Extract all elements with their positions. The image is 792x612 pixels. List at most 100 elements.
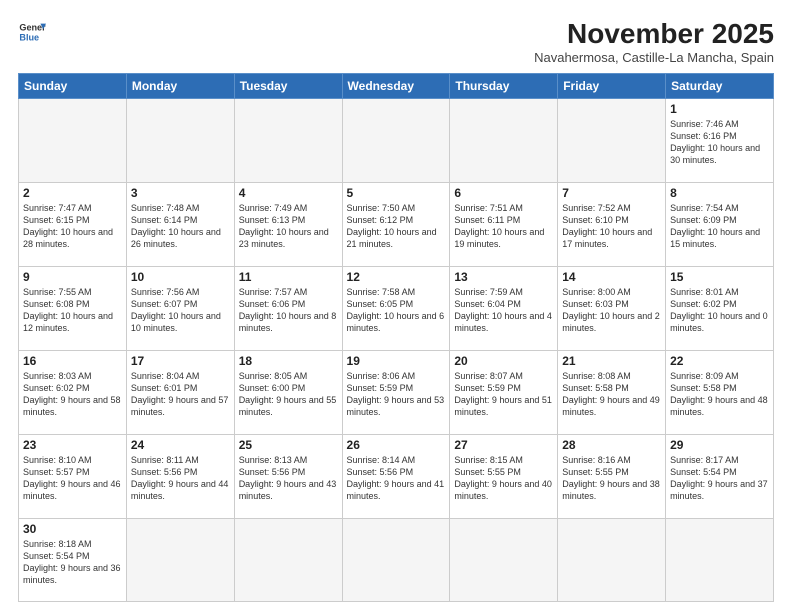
day-info: Sunrise: 8:15 AM Sunset: 5:55 PM Dayligh… (454, 454, 553, 503)
day-number: 16 (23, 354, 122, 368)
day-info: Sunrise: 8:07 AM Sunset: 5:59 PM Dayligh… (454, 370, 553, 419)
day-number: 18 (239, 354, 338, 368)
header-sunday: Sunday (19, 74, 127, 99)
header-thursday: Thursday (450, 74, 558, 99)
calendar-table: Sunday Monday Tuesday Wednesday Thursday… (18, 73, 774, 602)
calendar-cell (342, 518, 450, 601)
day-info: Sunrise: 8:11 AM Sunset: 5:56 PM Dayligh… (131, 454, 230, 503)
calendar-cell: 10 Sunrise: 7:56 AM Sunset: 6:07 PM Dayli… (126, 266, 234, 350)
calendar-cell: 28 Sunrise: 8:16 AM Sunset: 5:55 PM Dayli… (558, 434, 666, 518)
calendar-cell (558, 99, 666, 183)
day-number: 17 (131, 354, 230, 368)
day-info: Sunrise: 8:13 AM Sunset: 5:56 PM Dayligh… (239, 454, 338, 503)
calendar-cell: 21Sunrise: 8:08 AM Sunset: 5:58 PM Dayli… (558, 350, 666, 434)
svg-text:Blue: Blue (19, 32, 39, 42)
day-number: 15 (670, 270, 769, 284)
day-info: Sunrise: 7:54 AM Sunset: 6:09 PM Dayligh… (670, 202, 769, 251)
title-block: November 2025 Navahermosa, Castille-La M… (534, 18, 774, 65)
calendar-cell: 12Sunrise: 7:58 AM Sunset: 6:05 PM Dayli… (342, 266, 450, 350)
day-number: 30 (23, 522, 122, 536)
subtitle: Navahermosa, Castille-La Mancha, Spain (534, 50, 774, 65)
calendar-cell: 29 Sunrise: 8:17 AM Sunset: 5:54 PM Dayli… (666, 434, 774, 518)
day-info: Sunrise: 8:04 AM Sunset: 6:01 PM Dayligh… (131, 370, 230, 419)
calendar-cell: 24 Sunrise: 8:11 AM Sunset: 5:56 PM Dayli… (126, 434, 234, 518)
page: General Blue November 2025 Navahermosa, … (0, 0, 792, 612)
calendar-cell: 23 Sunrise: 8:10 AM Sunset: 5:57 PM Dayli… (19, 434, 127, 518)
calendar-cell: 18 Sunrise: 8:05 AM Sunset: 6:00 PM Dayli… (234, 350, 342, 434)
day-number: 24 (131, 438, 230, 452)
calendar-cell (558, 518, 666, 601)
day-info: Sunrise: 8:18 AM Sunset: 5:54 PM Dayligh… (23, 538, 122, 587)
calendar-cell: 8Sunrise: 7:54 AM Sunset: 6:09 PM Daylig… (666, 182, 774, 266)
calendar-cell (19, 99, 127, 183)
calendar-cell: 1 Sunrise: 7:46 AM Sunset: 6:16 PM Daylig… (666, 99, 774, 183)
day-info: Sunrise: 7:48 AM Sunset: 6:14 PM Dayligh… (131, 202, 230, 251)
day-number: 27 (454, 438, 553, 452)
header-monday: Monday (126, 74, 234, 99)
day-number: 14 (562, 270, 661, 284)
calendar-cell: 6 Sunrise: 7:51 AM Sunset: 6:11 PM Daylig… (450, 182, 558, 266)
calendar-cell (450, 99, 558, 183)
calendar-cell: 11 Sunrise: 7:57 AM Sunset: 6:06 PM Dayli… (234, 266, 342, 350)
calendar-cell: 5 Sunrise: 7:50 AM Sunset: 6:12 PM Daylig… (342, 182, 450, 266)
day-number: 6 (454, 186, 553, 200)
day-number: 23 (23, 438, 122, 452)
day-number: 28 (562, 438, 661, 452)
day-number: 29 (670, 438, 769, 452)
day-info: Sunrise: 7:57 AM Sunset: 6:06 PM Dayligh… (239, 286, 338, 335)
day-info: Sunrise: 7:56 AM Sunset: 6:07 PM Dayligh… (131, 286, 230, 335)
day-number: 2 (23, 186, 122, 200)
day-number: 25 (239, 438, 338, 452)
day-number: 1 (670, 102, 769, 116)
header: General Blue November 2025 Navahermosa, … (18, 18, 774, 65)
calendar-cell: 19 Sunrise: 8:06 AM Sunset: 5:59 PM Dayli… (342, 350, 450, 434)
weekday-header-row: Sunday Monday Tuesday Wednesday Thursday… (19, 74, 774, 99)
header-wednesday: Wednesday (342, 74, 450, 99)
calendar-cell: 27 Sunrise: 8:15 AM Sunset: 5:55 PM Dayli… (450, 434, 558, 518)
calendar-cell: 3 Sunrise: 7:48 AM Sunset: 6:14 PM Daylig… (126, 182, 234, 266)
day-info: Sunrise: 8:14 AM Sunset: 5:56 PM Dayligh… (347, 454, 446, 503)
day-info: Sunrise: 8:16 AM Sunset: 5:55 PM Dayligh… (562, 454, 661, 503)
day-number: 4 (239, 186, 338, 200)
calendar-cell: 4 Sunrise: 7:49 AM Sunset: 6:13 PM Daylig… (234, 182, 342, 266)
day-info: Sunrise: 7:51 AM Sunset: 6:11 PM Dayligh… (454, 202, 553, 251)
day-number: 5 (347, 186, 446, 200)
header-friday: Friday (558, 74, 666, 99)
day-number: 20 (454, 354, 553, 368)
day-number: 22 (670, 354, 769, 368)
day-info: Sunrise: 7:47 AM Sunset: 6:15 PM Dayligh… (23, 202, 122, 251)
day-info: Sunrise: 7:55 AM Sunset: 6:08 PM Dayligh… (23, 286, 122, 335)
day-number: 3 (131, 186, 230, 200)
day-info: Sunrise: 7:50 AM Sunset: 6:12 PM Dayligh… (347, 202, 446, 251)
calendar-cell (450, 518, 558, 601)
day-info: Sunrise: 8:03 AM Sunset: 6:02 PM Dayligh… (23, 370, 122, 419)
day-info: Sunrise: 8:09 AM Sunset: 5:58 PM Dayligh… (670, 370, 769, 419)
header-saturday: Saturday (666, 74, 774, 99)
day-info: Sunrise: 7:49 AM Sunset: 6:13 PM Dayligh… (239, 202, 338, 251)
day-number: 21 (562, 354, 661, 368)
calendar-cell: 16 Sunrise: 8:03 AM Sunset: 6:02 PM Dayli… (19, 350, 127, 434)
calendar-cell (342, 99, 450, 183)
logo: General Blue (18, 18, 46, 46)
calendar-cell: 13Sunrise: 7:59 AM Sunset: 6:04 PM Dayli… (450, 266, 558, 350)
day-info: Sunrise: 8:05 AM Sunset: 6:00 PM Dayligh… (239, 370, 338, 419)
day-info: Sunrise: 8:06 AM Sunset: 5:59 PM Dayligh… (347, 370, 446, 419)
calendar-cell: 30 Sunrise: 8:18 AM Sunset: 5:54 PM Dayli… (19, 518, 127, 601)
day-number: 9 (23, 270, 122, 284)
calendar-cell: 22 Sunrise: 8:09 AM Sunset: 5:58 PM Dayli… (666, 350, 774, 434)
day-info: Sunrise: 8:17 AM Sunset: 5:54 PM Dayligh… (670, 454, 769, 503)
day-number: 10 (131, 270, 230, 284)
day-info: Sunrise: 8:01 AM Sunset: 6:02 PM Dayligh… (670, 286, 769, 335)
day-info: Sunrise: 8:00 AM Sunset: 6:03 PM Dayligh… (562, 286, 661, 335)
day-number: 19 (347, 354, 446, 368)
day-number: 11 (239, 270, 338, 284)
calendar-cell: 2 Sunrise: 7:47 AM Sunset: 6:15 PM Daylig… (19, 182, 127, 266)
calendar-cell: 26Sunrise: 8:14 AM Sunset: 5:56 PM Dayli… (342, 434, 450, 518)
day-info: Sunrise: 7:46 AM Sunset: 6:16 PM Dayligh… (670, 118, 769, 167)
calendar-cell: 25 Sunrise: 8:13 AM Sunset: 5:56 PM Dayli… (234, 434, 342, 518)
generalblue-logo-icon: General Blue (18, 18, 46, 46)
day-number: 7 (562, 186, 661, 200)
calendar-cell (126, 99, 234, 183)
day-info: Sunrise: 7:59 AM Sunset: 6:04 PM Dayligh… (454, 286, 553, 335)
day-info: Sunrise: 8:10 AM Sunset: 5:57 PM Dayligh… (23, 454, 122, 503)
